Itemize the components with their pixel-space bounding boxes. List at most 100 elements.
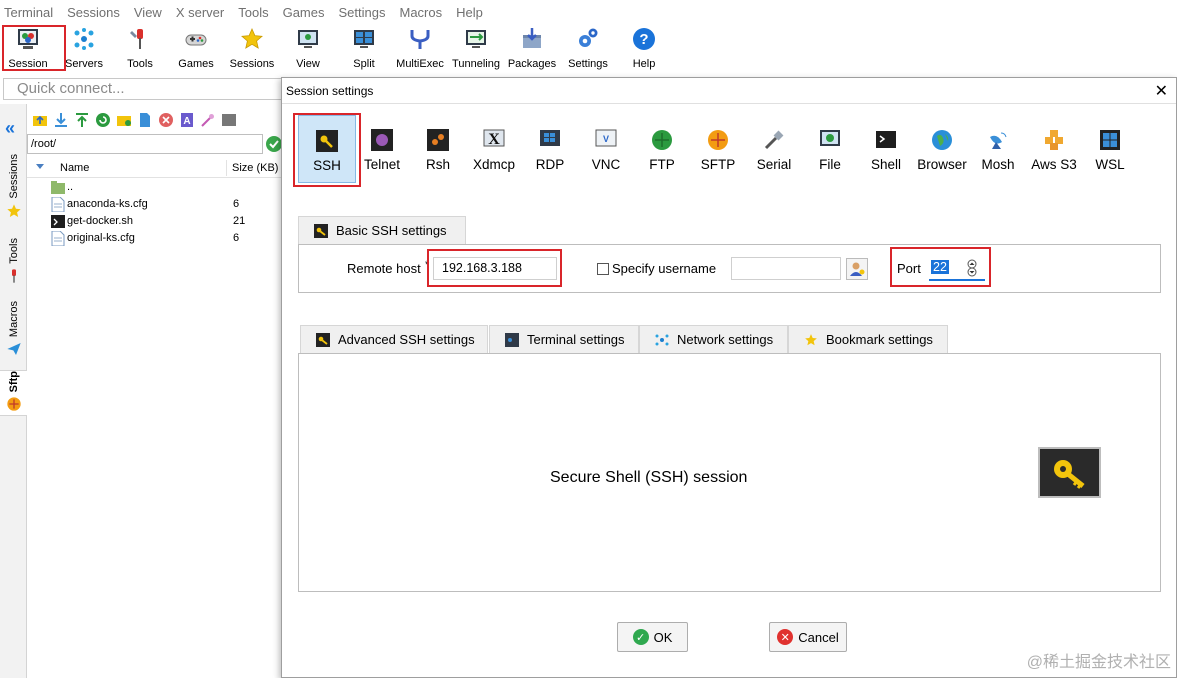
tab-advanced-ssh-settings[interactable]: Advanced SSH settings bbox=[300, 325, 488, 353]
session-type-label: Shell bbox=[870, 157, 902, 172]
toolbar-tools-button[interactable]: Tools bbox=[112, 24, 168, 72]
upload-icon[interactable] bbox=[73, 112, 90, 129]
svg-text:V: V bbox=[603, 134, 609, 144]
side-tab-sftp[interactable]: Sftp bbox=[0, 370, 27, 416]
file-size: 6 bbox=[233, 232, 240, 244]
menu-sessions[interactable]: Sessions bbox=[67, 5, 120, 20]
session-type-file[interactable]: File bbox=[801, 115, 859, 183]
toolbar-view-button[interactable]: View bbox=[280, 24, 336, 72]
sftp-path-input[interactable]: /root/ bbox=[27, 134, 263, 154]
session-type-rdp[interactable]: RDP bbox=[521, 115, 579, 183]
toolbar-help-button[interactable]: ? Help bbox=[616, 24, 672, 72]
session-settings-dialog: Session settings ✕ SSH Telnet Rsh X Xdmc… bbox=[281, 77, 1177, 678]
toolbar-settings-button[interactable]: Settings bbox=[560, 24, 616, 72]
session-type-browser[interactable]: Browser bbox=[913, 115, 971, 183]
toolbar-tunneling-button[interactable]: Tunneling bbox=[448, 24, 504, 72]
menu-x-server[interactable]: X server bbox=[176, 5, 224, 20]
side-tab-strip: « Sessions Tools Macros Sftp bbox=[0, 104, 27, 678]
toolbar-games-button[interactable]: Games bbox=[168, 24, 224, 72]
tools-icon bbox=[127, 26, 153, 52]
side-tab-tools[interactable]: Tools bbox=[0, 238, 27, 284]
user-picker-button[interactable] bbox=[846, 258, 868, 280]
download-icon[interactable] bbox=[52, 112, 69, 129]
menu-terminal[interactable]: Terminal bbox=[4, 5, 53, 20]
session-type-label: Xdmcp bbox=[472, 157, 516, 172]
toolbar-packages-button[interactable]: Packages bbox=[504, 24, 560, 72]
text-file-icon bbox=[51, 197, 65, 212]
delete-icon[interactable] bbox=[157, 112, 174, 129]
menu-view[interactable]: View bbox=[134, 5, 162, 20]
tab-network-settings[interactable]: Network settings bbox=[639, 325, 788, 353]
toolbar-label: Tunneling bbox=[452, 58, 500, 70]
session-type-shell[interactable]: Shell bbox=[857, 115, 915, 183]
cancel-button[interactable]: ✕ Cancel bbox=[769, 622, 847, 652]
session-type-telnet[interactable]: Telnet bbox=[353, 115, 411, 183]
permissions-icon[interactable] bbox=[199, 112, 216, 129]
session-type-vnc[interactable]: V VNC bbox=[577, 115, 635, 183]
svg-text:?: ? bbox=[639, 31, 648, 48]
servers-icon bbox=[71, 26, 97, 52]
side-tab-macros[interactable]: Macros bbox=[0, 301, 27, 357]
tab-basic-ssh-settings[interactable]: Basic SSH settings bbox=[298, 216, 466, 244]
refresh-icon[interactable] bbox=[94, 112, 111, 129]
sftp-icon bbox=[706, 128, 730, 152]
session-type-xdmcp[interactable]: X Xdmcp bbox=[465, 115, 523, 183]
session-type-wsl[interactable]: WSL bbox=[1081, 115, 1139, 183]
file-row[interactable]: .. bbox=[27, 179, 282, 196]
toolbar-sessions-button[interactable]: Sessions bbox=[224, 24, 280, 72]
username-input[interactable] bbox=[731, 257, 841, 280]
globe-icon bbox=[930, 128, 954, 152]
toolbar-label: Settings bbox=[568, 58, 608, 70]
script-file-icon bbox=[51, 215, 65, 228]
menu-settings[interactable]: Settings bbox=[339, 5, 386, 20]
folder-up-icon[interactable] bbox=[31, 112, 48, 129]
close-icon[interactable]: ✕ bbox=[1155, 81, 1168, 101]
column-name[interactable]: Name bbox=[60, 162, 89, 174]
file-row[interactable]: original-ks.cfg 6 bbox=[27, 230, 282, 247]
file-name: get-docker.sh bbox=[67, 215, 134, 227]
new-file-icon[interactable] bbox=[136, 112, 153, 129]
toolbar-label: MultiExec bbox=[396, 58, 444, 70]
menu-games[interactable]: Games bbox=[283, 5, 325, 20]
path-ok-check-icon[interactable] bbox=[266, 136, 282, 152]
check-icon: ✓ bbox=[632, 629, 649, 645]
menu-tools[interactable]: Tools bbox=[238, 5, 268, 20]
tab-bookmark-settings[interactable]: Bookmark settings bbox=[788, 325, 948, 353]
session-type-serial[interactable]: Serial bbox=[745, 115, 803, 183]
collapse-double-chevron-icon[interactable]: « bbox=[5, 118, 15, 139]
quick-connect-input[interactable]: Quick connect... bbox=[3, 78, 293, 100]
tab-label: Bookmark settings bbox=[826, 332, 933, 347]
side-tab-label: Sessions bbox=[7, 154, 20, 199]
session-type-label: Browser bbox=[917, 157, 967, 172]
satellite-dish-icon bbox=[986, 128, 1010, 152]
session-type-ftp[interactable]: FTP bbox=[633, 115, 691, 183]
side-tab-sessions[interactable]: Sessions bbox=[0, 154, 27, 219]
tab-terminal-settings[interactable]: Terminal settings bbox=[489, 325, 639, 353]
session-type-mosh[interactable]: Mosh bbox=[969, 115, 1027, 183]
rsh-icon bbox=[426, 128, 450, 152]
multiexec-icon bbox=[407, 26, 433, 52]
column-size[interactable]: Size (KB) bbox=[232, 162, 278, 174]
session-description: Secure Shell (SSH) session bbox=[550, 469, 748, 486]
toolbar-multiexec-button[interactable]: MultiExec bbox=[392, 24, 448, 72]
games-icon bbox=[183, 26, 209, 52]
terminal-icon[interactable] bbox=[220, 112, 237, 129]
ok-button[interactable]: ✓ OK bbox=[617, 622, 688, 652]
rename-icon[interactable]: A bbox=[178, 112, 195, 129]
new-folder-icon[interactable] bbox=[115, 112, 132, 129]
toolbar-split-button[interactable]: Split bbox=[336, 24, 392, 72]
session-type-sftp[interactable]: SFTP bbox=[689, 115, 747, 183]
specify-username-checkbox[interactable] bbox=[597, 263, 609, 275]
menu-help[interactable]: Help bbox=[456, 5, 483, 20]
aws-cubes-icon bbox=[1042, 128, 1066, 152]
star-icon bbox=[804, 333, 818, 347]
ftp-icon bbox=[650, 128, 674, 152]
session-type-rsh[interactable]: Rsh bbox=[409, 115, 467, 183]
settings-icon bbox=[575, 26, 601, 52]
menu-macros[interactable]: Macros bbox=[399, 5, 442, 20]
session-type-aws-s3[interactable]: Aws S3 bbox=[1025, 115, 1083, 183]
file-row[interactable]: anaconda-ks.cfg 6 bbox=[27, 196, 282, 213]
file-row[interactable]: get-docker.sh 21 bbox=[27, 213, 282, 230]
tab-label: Basic SSH settings bbox=[336, 223, 447, 238]
key-icon bbox=[314, 223, 328, 238]
